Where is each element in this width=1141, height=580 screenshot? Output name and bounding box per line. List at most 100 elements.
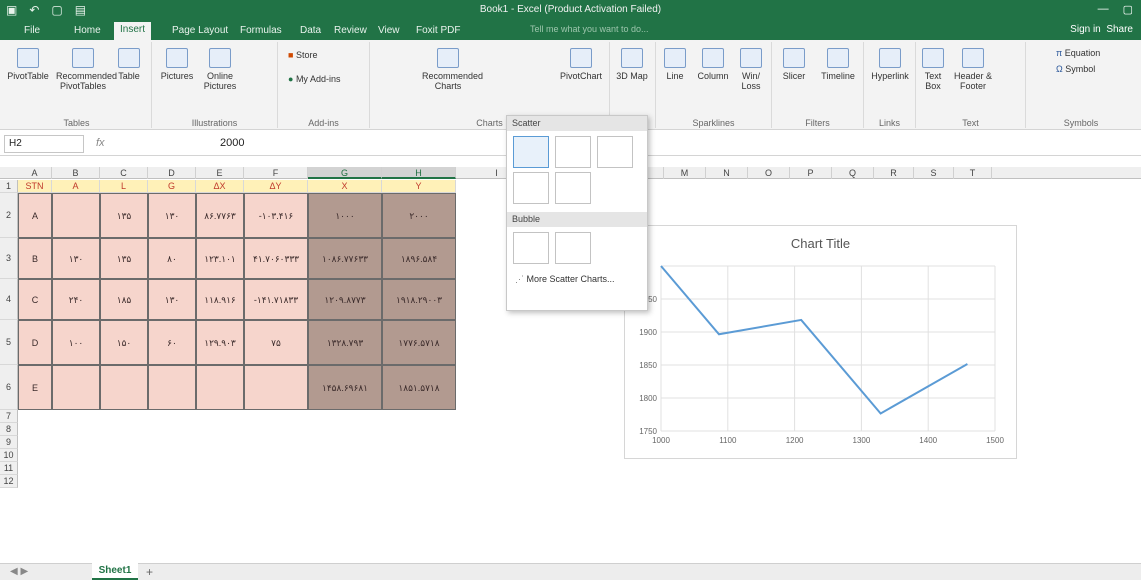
data-cell[interactable]: ۱۲۰۹.۸۷۷۳: [308, 279, 382, 320]
header-cell[interactable]: STN: [18, 180, 52, 193]
tell-me-search[interactable]: Tell me what you want to do...: [530, 24, 649, 34]
data-cell[interactable]: D: [18, 320, 52, 365]
formula-input[interactable]: 2000: [220, 137, 244, 149]
header-cell[interactable]: Y: [382, 180, 456, 193]
my-addins-button[interactable]: ● My Add-ins: [288, 74, 340, 84]
data-cell[interactable]: [148, 365, 196, 410]
data-cell[interactable]: ۱۳۵: [100, 238, 148, 279]
data-cell[interactable]: ۴۱.۷۰۶۰۳۳۳: [244, 238, 308, 279]
header-cell[interactable]: X: [308, 180, 382, 193]
data-cell[interactable]: ۱۴۵۸.۶۹۶۸۱: [308, 365, 382, 410]
recommended-pivot-button[interactable]: Recommended PivotTables: [56, 44, 117, 91]
data-cell[interactable]: [52, 193, 100, 238]
data-cell[interactable]: ۱۸۵۱.۵۷۱۸: [382, 365, 456, 410]
slicer-button[interactable]: Slicer: [776, 44, 812, 81]
data-cell[interactable]: ۸۶.۷۷۶۳: [196, 193, 244, 238]
recommended-charts-button[interactable]: Recommended Charts: [422, 44, 483, 91]
data-cell[interactable]: [196, 365, 244, 410]
data-cell[interactable]: ۱۰۸۶.۷۷۶۳۳: [308, 238, 382, 279]
restore-icon[interactable]: ▢: [1123, 3, 1133, 16]
column-header-O[interactable]: O: [748, 167, 790, 179]
data-cell[interactable]: ۱۰۰: [52, 320, 100, 365]
table-button[interactable]: Table: [112, 44, 146, 81]
row-header-8[interactable]: 8: [0, 423, 18, 436]
scatter-smooth-lines-icon[interactable]: [597, 136, 633, 168]
scatter-straight-lines-icon[interactable]: [555, 172, 591, 204]
row-header-4[interactable]: 4: [0, 279, 18, 320]
data-cell[interactable]: ۷۵: [244, 320, 308, 365]
data-cell[interactable]: [52, 365, 100, 410]
sparkline-line-button[interactable]: Line: [660, 44, 690, 81]
column-header-R[interactable]: R: [874, 167, 914, 179]
data-cell[interactable]: ۱۳۵: [100, 193, 148, 238]
sheet-nav-icon[interactable]: ◀ ▶: [10, 566, 28, 577]
data-cell[interactable]: ۱۲۳.۱۰۱: [196, 238, 244, 279]
sign-in-link[interactable]: Sign in: [1070, 24, 1101, 35]
column-header-N[interactable]: N: [706, 167, 748, 179]
column-header-S[interactable]: S: [914, 167, 954, 179]
tab-insert[interactable]: Insert: [114, 22, 152, 40]
tab-review[interactable]: Review: [332, 23, 369, 40]
3d-map-button[interactable]: 3D Map: [614, 44, 650, 81]
data-cell[interactable]: ۱۸۵: [100, 279, 148, 320]
column-header-P[interactable]: P: [790, 167, 832, 179]
data-cell[interactable]: ۶۰: [148, 320, 196, 365]
share-button[interactable]: Share: [1106, 24, 1133, 35]
symbol-button[interactable]: Ω Symbol: [1056, 64, 1095, 74]
tab-data[interactable]: Data: [298, 23, 323, 40]
textbox-button[interactable]: Text Box: [920, 44, 946, 91]
sparkline-winloss-button[interactable]: Win/ Loss: [736, 44, 766, 91]
row-header-5[interactable]: 5: [0, 320, 18, 365]
row-header-7[interactable]: 7: [0, 410, 18, 423]
sparkline-column-button[interactable]: Column: [694, 44, 732, 81]
column-header-Q[interactable]: Q: [832, 167, 874, 179]
column-header-G[interactable]: G: [308, 167, 382, 179]
data-cell[interactable]: ۱۳۲۸.۷۹۳: [308, 320, 382, 365]
hyperlink-button[interactable]: Hyperlink: [868, 44, 912, 81]
tab-view[interactable]: View: [376, 23, 402, 40]
tab-foxit[interactable]: Foxit PDF: [414, 23, 462, 40]
data-cell[interactable]: ۱۳۰: [148, 193, 196, 238]
tab-formulas[interactable]: Formulas: [238, 23, 284, 40]
scatter-straight-lines-markers-icon[interactable]: [513, 172, 549, 204]
row-header-3[interactable]: 3: [0, 238, 18, 279]
data-cell[interactable]: ۸۰: [148, 238, 196, 279]
fx-icon[interactable]: fx: [96, 137, 105, 149]
more-scatter-charts-link[interactable]: ⋰ More Scatter Charts...: [515, 274, 615, 285]
data-cell[interactable]: ۱۳۰: [52, 238, 100, 279]
store-button[interactable]: ■ Store: [288, 50, 317, 60]
tab-home[interactable]: Home: [72, 23, 103, 40]
minimize-icon[interactable]: —: [1098, 3, 1109, 16]
data-cell[interactable]: [244, 365, 308, 410]
column-header-A[interactable]: A: [18, 167, 52, 179]
online-pictures-button[interactable]: Online Pictures: [198, 44, 242, 91]
bubble-3d-icon[interactable]: [555, 232, 591, 264]
header-footer-button[interactable]: Header & Footer: [950, 44, 996, 91]
column-header-T[interactable]: T: [954, 167, 992, 179]
scatter-markers-icon[interactable]: [513, 136, 549, 168]
chart-title[interactable]: Chart Title: [625, 236, 1016, 251]
data-cell[interactable]: ۱۳۰: [148, 279, 196, 320]
row-header-10[interactable]: 10: [0, 449, 18, 462]
tab-page-layout[interactable]: Page Layout: [170, 23, 230, 40]
data-cell[interactable]: ۱۲۹.۹۰۳: [196, 320, 244, 365]
column-header-B[interactable]: B: [52, 167, 100, 179]
data-cell[interactable]: ۱۸۹۶.۵۸۴: [382, 238, 456, 279]
header-cell[interactable]: G: [148, 180, 196, 193]
column-header-F[interactable]: F: [244, 167, 308, 179]
column-header-H[interactable]: H: [382, 167, 456, 179]
name-box[interactable]: H2: [4, 135, 84, 153]
pivottable-button[interactable]: PivotTable: [6, 44, 50, 81]
chart[interactable]: Chart Title 1750 1800 1850 1900 1950 1000 1100…: [624, 225, 1017, 459]
column-header-D[interactable]: D: [148, 167, 196, 179]
header-cell[interactable]: ΔY: [244, 180, 308, 193]
column-header-E[interactable]: E: [196, 167, 244, 179]
data-cell[interactable]: ۱۹۱۸.۲۹۰۰۳: [382, 279, 456, 320]
data-cell[interactable]: -۱۴۱.۷۱۸۳۳: [244, 279, 308, 320]
pivotchart-button[interactable]: PivotChart: [556, 44, 606, 81]
data-cell[interactable]: ۲۰۰۰: [382, 193, 456, 238]
data-cell[interactable]: ۱۰۰۰: [308, 193, 382, 238]
scatter-smooth-lines-markers-icon[interactable]: [555, 136, 591, 168]
header-cell[interactable]: L: [100, 180, 148, 193]
bubble-icon[interactable]: [513, 232, 549, 264]
